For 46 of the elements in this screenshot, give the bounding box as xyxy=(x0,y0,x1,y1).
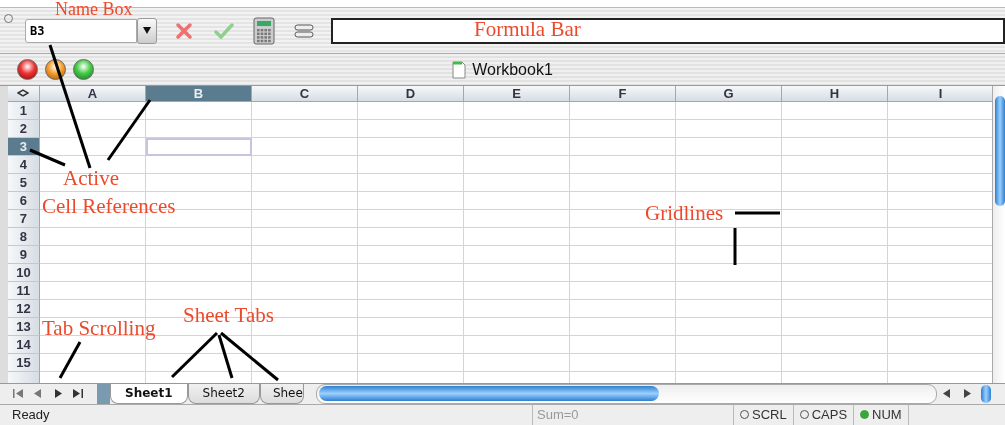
first-icon xyxy=(13,389,23,399)
annotation-label: Gridlines xyxy=(645,203,724,224)
leader-line xyxy=(58,341,82,379)
horizontal-scrollbar[interactable] xyxy=(315,383,937,404)
checkmark-icon xyxy=(214,21,234,40)
leader-line xyxy=(735,211,780,215)
calculator-icon xyxy=(253,16,275,45)
first-sheet-button[interactable] xyxy=(10,386,26,401)
indicator-label: SCRL xyxy=(752,407,787,423)
sum-field: Sum=0 xyxy=(533,404,734,425)
annotation-label: Name Box xyxy=(55,0,133,18)
right-arrow-icon xyxy=(54,389,62,399)
leader-line xyxy=(106,99,152,161)
annotation-label: Formula Bar xyxy=(474,19,581,40)
active-cell[interactable] xyxy=(146,137,252,156)
diamond-icon xyxy=(17,89,30,98)
sheet-tab[interactable]: Sheet2 xyxy=(187,383,260,404)
annotation-label: Tab Scrolling xyxy=(42,318,156,339)
document-icon xyxy=(452,60,467,79)
equals-icon xyxy=(294,23,314,38)
annotation-label: Active xyxy=(63,168,119,189)
close-button[interactable] xyxy=(17,59,38,81)
vertical-scrollbar[interactable] xyxy=(992,85,1005,383)
cross-icon xyxy=(175,21,193,40)
last-sheet-button[interactable] xyxy=(70,386,86,401)
tab-strip xyxy=(97,383,110,404)
zoom-button[interactable] xyxy=(73,59,94,81)
name-box[interactable]: B3 xyxy=(25,18,137,43)
left-arrow-icon xyxy=(34,389,42,399)
leader-line xyxy=(733,228,737,265)
window-title: Workbook1 xyxy=(472,60,553,79)
caret-icon xyxy=(143,27,151,35)
annotation-label: Cell References xyxy=(42,196,176,217)
last-icon xyxy=(73,389,83,399)
split-handle[interactable] xyxy=(981,384,991,403)
left-arrow-icon xyxy=(943,389,951,399)
formula-bar[interactable] xyxy=(331,17,1005,44)
indicator-label: CAPS xyxy=(811,407,848,423)
right-arrow-icon xyxy=(963,389,971,399)
indicator-label: NUM xyxy=(872,407,902,423)
sheet-tab[interactable]: Shee xyxy=(259,383,304,404)
sheet-tab[interactable]: Sheet1 xyxy=(110,383,188,404)
dropdown-button[interactable] xyxy=(137,17,157,44)
cell-grid[interactable] xyxy=(40,101,992,383)
status-message: Ready xyxy=(0,404,533,425)
annotation-label: Sheet Tabs xyxy=(183,305,274,326)
